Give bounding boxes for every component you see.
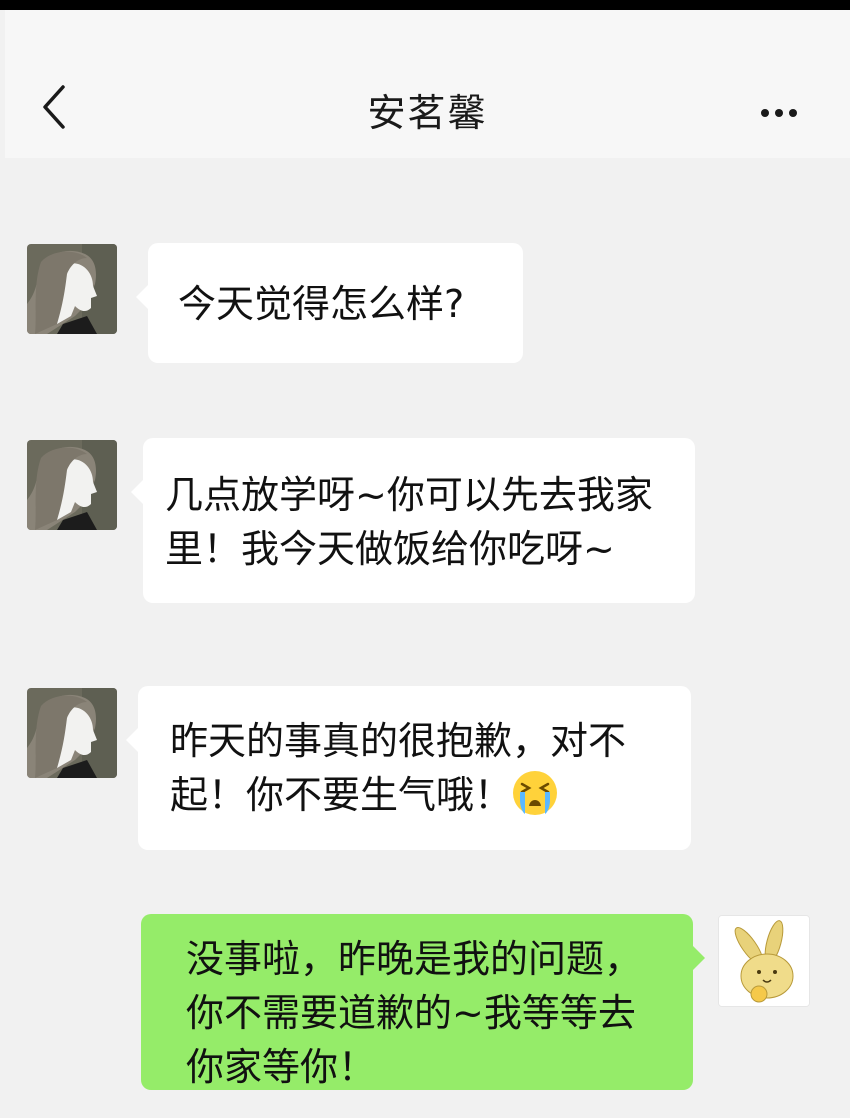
message-bubble-outgoing[interactable]: 没事啦，昨晚是我的问题，你不需要道歉的~我等等去你家等你！ [141,914,705,1090]
contact-avatar[interactable] [27,440,117,530]
contact-avatar[interactable] [27,244,117,334]
message-text: 几点放学呀~你可以先去我家里！我今天做饭给你吃呀~ [165,473,653,571]
contact-avatar[interactable] [27,688,117,778]
woman-profile-avatar-icon [27,688,117,778]
crying-face-emoji [513,771,558,815]
my-avatar[interactable] [718,915,810,1007]
message-text: 没事啦，昨晚是我的问题，你不需要道歉的~我等等去你家等你！ [186,937,643,1089]
message-text: 今天觉得怎么样? [178,282,465,326]
message-bubble-incoming[interactable]: 今天觉得怎么样? [136,243,523,363]
chat-header: 安茗馨 [5,10,850,158]
bunny-toy-avatar-icon [719,916,809,1006]
message-bubble-incoming[interactable]: 几点放学呀~你可以先去我家里！我今天做饭给你吃呀~ [131,438,695,603]
chat-title: 安茗馨 [367,91,488,135]
more-options-button[interactable] [761,102,805,118]
chat-screen: 安茗馨 今天觉得怎么样? 几点放学呀~你可以先去我家里！我今天做饭给你吃呀~ 昨… [0,10,850,1118]
message-bubble-incoming[interactable]: 昨天的事真的很抱歉，对不起！你不要生气哦！ [126,686,691,850]
woman-profile-avatar-icon [27,440,117,530]
more-dots-icon [761,109,769,117]
woman-profile-avatar-icon [27,244,117,334]
